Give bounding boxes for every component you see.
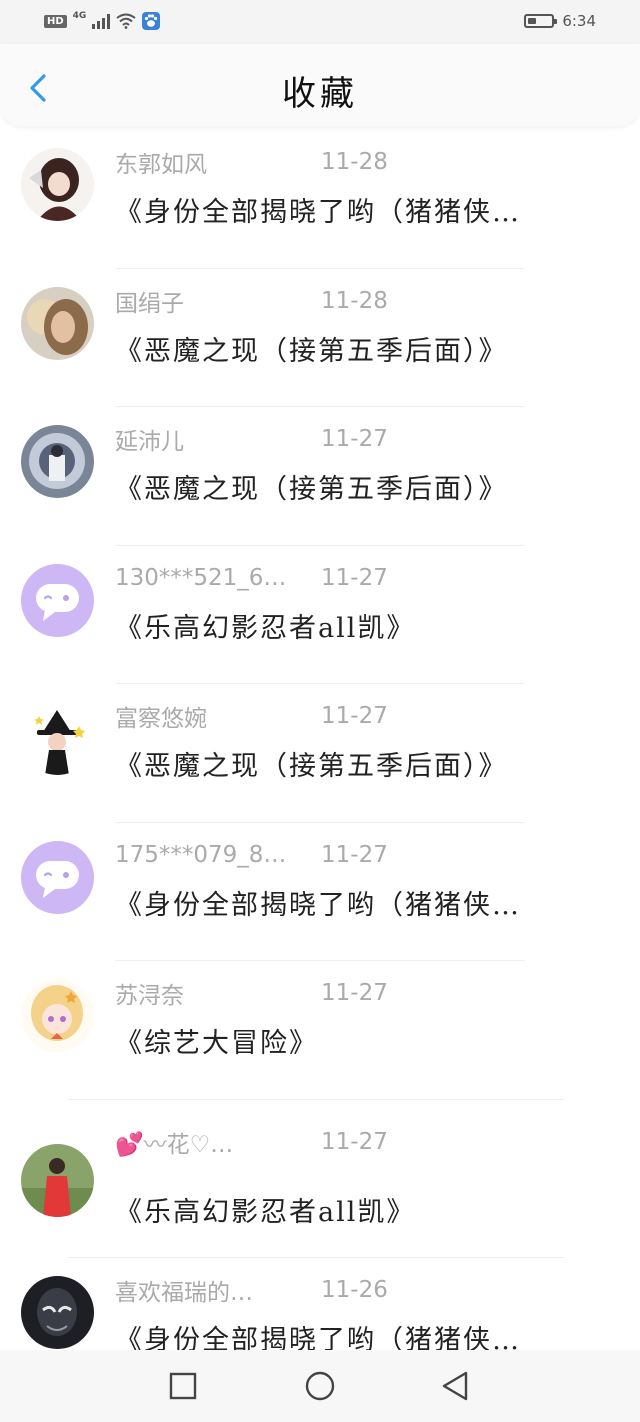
back-triangle-icon[interactable] [438,1368,474,1404]
system-nav-bar [0,1350,640,1422]
default-chat-avatar-icon [36,583,79,621]
status-time: 6:34 [562,12,596,30]
photo-avatar-icon [21,286,94,360]
recent-apps-icon[interactable] [165,1368,201,1404]
list-item[interactable]: 130***521_6… 11-27 《乐高幻影忍者all凯》 [0,546,640,684]
dark-avatar-icon [21,1275,94,1349]
item-title: 《身份全部揭晓了哟（猪猪侠… [115,197,521,228]
item-date: 11-28 [321,287,388,314]
user-name: 延沛儿 [115,429,184,455]
wifi-icon [116,13,136,29]
item-meta: 喜欢福瑞的… 11-26 [115,1274,388,1306]
item-date: 11-27 [321,564,388,591]
network-type: 4G [72,11,87,21]
avatar[interactable] [21,840,94,914]
item-title: 《恶魔之现（接第五季后面）》 [115,335,508,367]
item-date: 11-27 [321,1128,388,1155]
anime-girl-avatar-icon [21,148,94,221]
list-item[interactable]: 富察悠婉 11-27 《恶魔之现（接第五季后面）》 [0,684,640,823]
avatar[interactable] [21,702,94,775]
hd-badge: HD [44,14,67,28]
item-title: 《乐高幻影忍者all凯》 [115,1196,416,1228]
item-title: 《恶魔之现（接第五季后面）》 [115,474,508,505]
item-date: 11-27 [321,980,388,1006]
item-meta: 175***079_8… 11-27 [115,839,388,871]
list-item[interactable]: 175***079_8… 11-27 《身份全部揭晓了哟（猪猪侠… [0,823,640,961]
item-date: 11-28 [321,149,388,175]
user-name: 💕〰花♡… [115,1131,234,1158]
photo-avatar-icon [21,425,94,498]
item-meta: 国绢子 11-28 [115,285,388,317]
item-meta: 东郭如风 11-28 [115,146,388,178]
anime-girl-avatar-icon [21,979,94,1052]
user-name: 富察悠婉 [115,706,207,732]
list-item[interactable]: 💕〰花♡… 11-27 《乐高幻影忍者all凯》 [0,1100,640,1258]
status-right: 6:34 [524,12,596,30]
witch-avatar-icon [21,702,94,775]
avatar[interactable] [21,979,94,1052]
avatar[interactable] [21,1143,94,1217]
avatar[interactable] [21,563,94,637]
user-name: 国绢子 [115,290,184,317]
signal-icon [92,13,111,29]
list-item[interactable]: 东郭如风 11-28 《身份全部揭晓了哟（猪猪侠… [0,130,640,269]
item-title: 《综艺大冒险》 [115,1028,318,1059]
avatar[interactable] [21,286,94,360]
item-title: 《恶魔之现（接第五季后面）》 [115,751,508,782]
item-date: 11-27 [321,703,388,729]
status-bar: HD 4G 6:34 [0,0,640,44]
user-name: 苏浔奈 [115,983,184,1009]
item-meta: 苏浔奈 11-27 [115,977,388,1009]
list-item[interactable]: 苏浔奈 11-27 《综艺大冒险》 [0,961,640,1100]
item-date: 11-26 [321,1276,388,1303]
list-item[interactable]: 国绢子 11-28 《恶魔之现（接第五季后面）》 [0,269,640,407]
page-title: 收藏 [282,74,358,114]
item-title: 《身份全部揭晓了哟（猪猪侠… [115,889,521,921]
favorites-list: 东郭如风 11-28 《身份全部揭晓了哟（猪猪侠… 国绢子 11-28 《恶魔之… [0,130,640,1396]
user-name: 130***521_6… [115,564,287,591]
item-date: 11-27 [321,426,388,452]
header: 收藏 [0,44,640,126]
item-meta: 富察悠婉 11-27 [115,700,388,732]
user-name: 东郭如风 [115,152,207,178]
item-meta: 💕〰花♡… 11-27 [115,1126,388,1158]
user-name: 喜欢福瑞的… [115,1279,253,1306]
item-date: 11-27 [321,841,388,868]
photo-avatar-icon [21,1143,94,1217]
battery-icon [524,14,558,28]
item-meta: 130***521_6… 11-27 [115,562,388,594]
status-left: HD 4G [44,11,161,30]
item-meta: 延沛儿 11-27 [115,423,388,455]
item-title: 《乐高幻影忍者all凯》 [115,612,416,644]
user-name: 175***079_8… [115,841,287,868]
avatar[interactable] [21,148,94,221]
list-item[interactable]: 延沛儿 11-27 《恶魔之现（接第五季后面）》 [0,407,640,546]
default-chat-avatar-icon [36,860,79,898]
avatar[interactable] [21,1275,94,1349]
avatar[interactable] [21,425,94,498]
paw-icon [142,12,161,30]
home-icon[interactable] [302,1368,338,1404]
